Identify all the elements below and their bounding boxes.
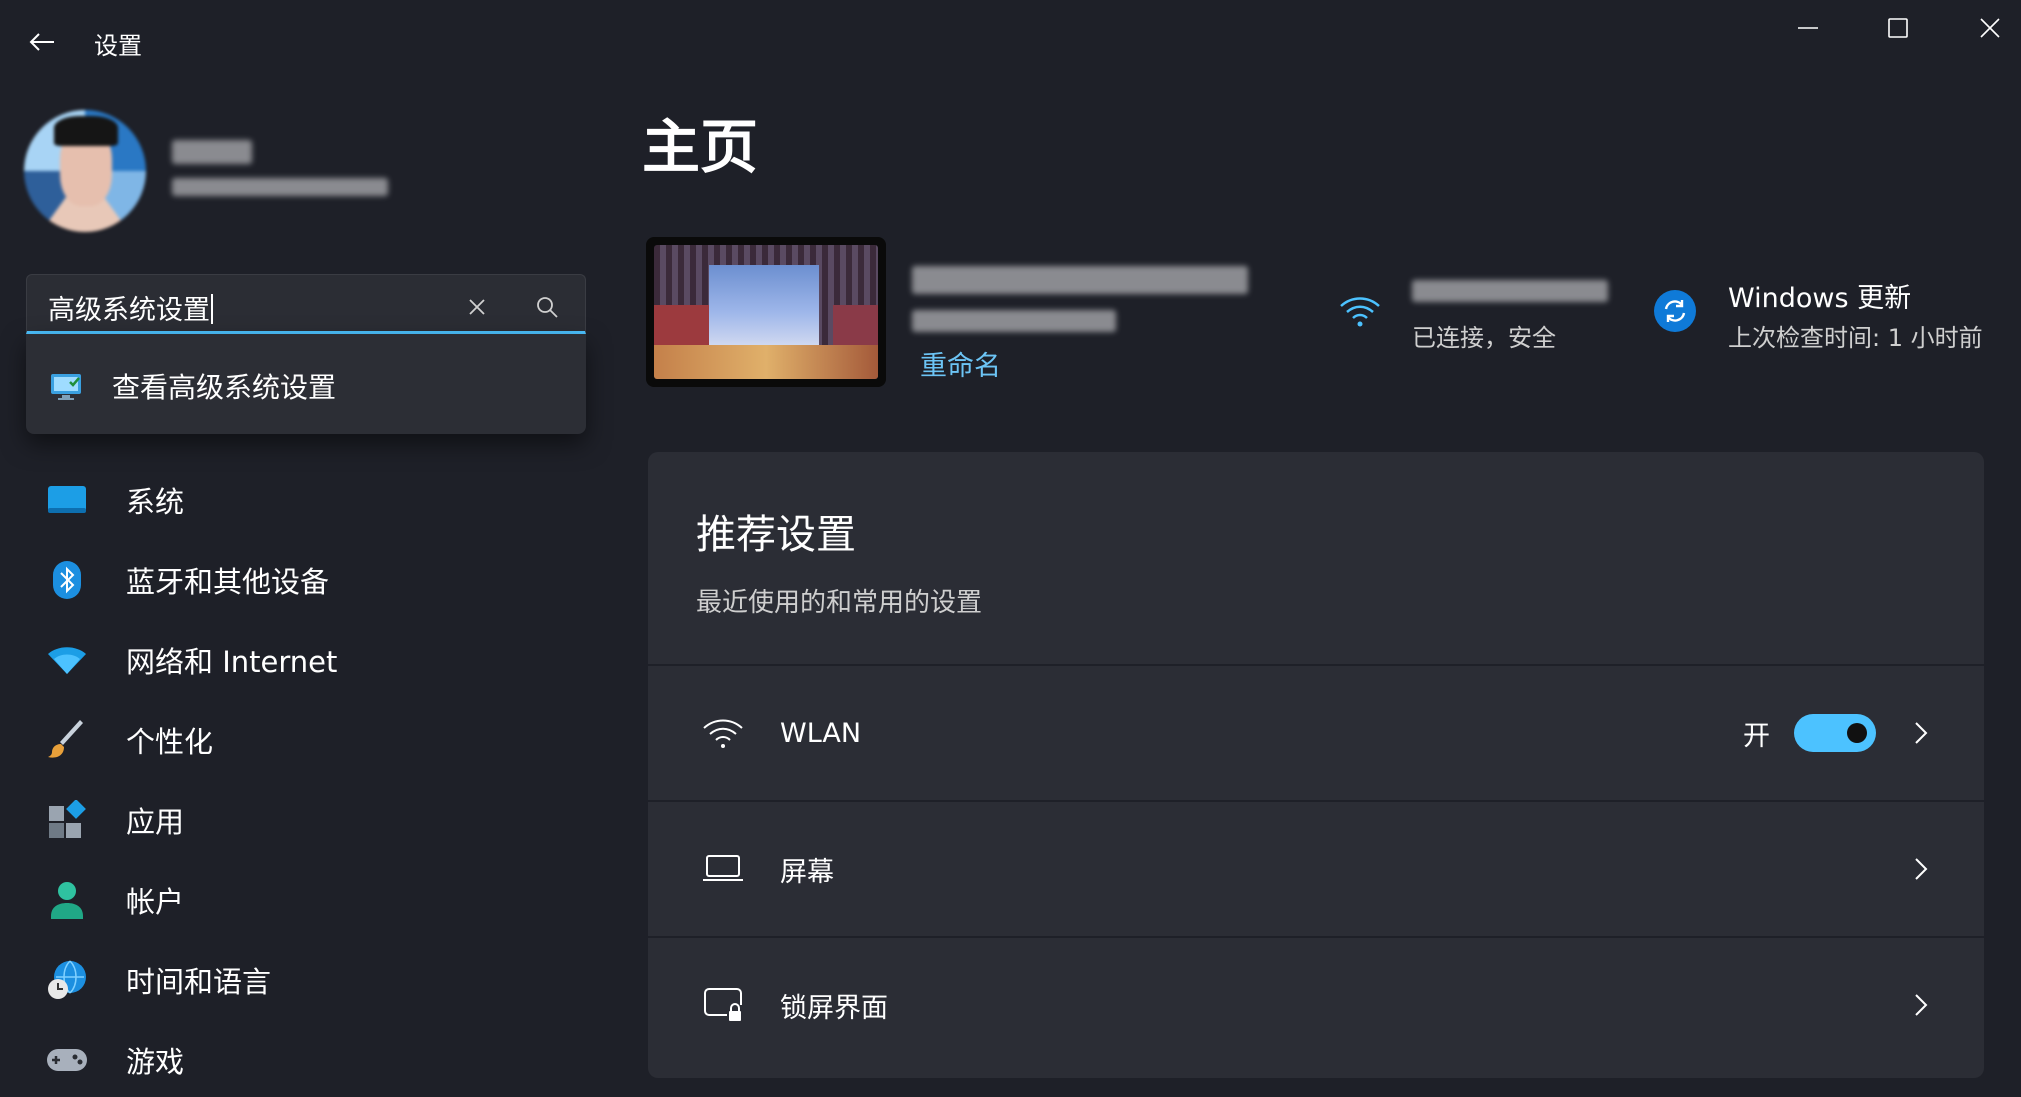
wifi-icon bbox=[698, 711, 748, 755]
sidebar-item-bluetooth[interactable]: 蓝牙和其他设备 bbox=[26, 547, 586, 613]
avatar[interactable] bbox=[24, 110, 146, 232]
minimize-button[interactable] bbox=[1778, 8, 1838, 48]
apps-icon bbox=[46, 799, 88, 841]
search-suggestion-label: 查看高级系统设置 bbox=[112, 371, 337, 404]
sidebar-item-label: 网络和 Internet bbox=[126, 645, 338, 679]
maximize-icon bbox=[1888, 18, 1908, 38]
wifi-icon bbox=[1338, 292, 1382, 332]
gamepad-icon bbox=[46, 1039, 88, 1081]
text-caret bbox=[211, 294, 213, 324]
close-icon bbox=[469, 299, 485, 315]
search-input-value: 高级系统设置 bbox=[48, 288, 213, 327]
sidebar-item-gaming[interactable]: 游戏 bbox=[26, 1027, 586, 1093]
wifi-icon bbox=[46, 639, 88, 681]
close-icon bbox=[1980, 18, 2000, 38]
user-name-redacted bbox=[172, 140, 252, 164]
minimize-icon bbox=[1798, 27, 1818, 29]
back-button[interactable] bbox=[22, 22, 62, 62]
network-name-redacted bbox=[1412, 280, 1608, 302]
lock-screen-label: 锁屏界面 bbox=[780, 992, 888, 1024]
network-status: 已连接，安全 bbox=[1412, 324, 1556, 352]
sidebar-item-label: 蓝牙和其他设备 bbox=[126, 565, 330, 599]
sidebar-item-accounts[interactable]: 帐户 bbox=[26, 867, 586, 933]
system-icon bbox=[46, 479, 88, 521]
sidebar-item-label: 时间和语言 bbox=[126, 965, 272, 999]
maximize-button[interactable] bbox=[1868, 8, 1928, 48]
recommended-settings-subtitle: 最近使用的和常用的设置 bbox=[696, 588, 983, 618]
sidebar-item-time-language[interactable]: 时间和语言 bbox=[26, 947, 586, 1013]
lock-screen-row[interactable]: 锁屏界面 bbox=[648, 936, 1984, 1072]
account-icon bbox=[46, 879, 88, 921]
windows-update-icon[interactable] bbox=[1654, 290, 1696, 332]
page-title: 主页 bbox=[642, 113, 759, 181]
sidebar-item-system[interactable]: 系统 bbox=[26, 467, 586, 533]
device-name-redacted bbox=[912, 266, 1248, 294]
rename-link[interactable]: 重命名 bbox=[920, 344, 1001, 383]
clear-search-button[interactable] bbox=[460, 290, 494, 324]
windows-update-title[interactable]: Windows 更新 bbox=[1728, 276, 1911, 315]
search-suggestion-item[interactable]: 查看高级系统设置 bbox=[50, 364, 336, 408]
sidebar-item-network[interactable]: 网络和 Internet bbox=[26, 627, 586, 693]
wlan-state-label: 开 bbox=[1743, 720, 1770, 752]
search-button[interactable] bbox=[528, 290, 566, 324]
bluetooth-icon bbox=[46, 559, 88, 601]
sidebar-item-label: 系统 bbox=[126, 485, 185, 519]
windows-update-last-check: 上次检查时间: 1 小时前 bbox=[1728, 324, 1983, 352]
sidebar-item-apps[interactable]: 应用 bbox=[26, 787, 586, 853]
wlan-row[interactable]: WLAN 开 bbox=[648, 664, 1984, 800]
lock-screen-icon bbox=[698, 983, 748, 1027]
wlan-toggle[interactable] bbox=[1794, 714, 1876, 752]
recommended-settings-title: 推荐设置 bbox=[696, 512, 856, 558]
device-model-redacted bbox=[912, 310, 1116, 332]
user-email-redacted bbox=[172, 178, 388, 196]
app-title: 设置 bbox=[94, 32, 142, 60]
search-icon bbox=[537, 297, 558, 318]
display-row[interactable]: 屏幕 bbox=[648, 800, 1984, 936]
sidebar-item-label: 应用 bbox=[126, 805, 185, 839]
back-arrow-icon bbox=[29, 33, 54, 51]
system-properties-icon bbox=[51, 374, 81, 400]
globe-clock-icon bbox=[46, 959, 88, 1001]
chevron-right-icon[interactable] bbox=[1906, 854, 1936, 884]
close-window-button[interactable] bbox=[1960, 8, 2020, 48]
sidebar-item-label: 游戏 bbox=[126, 1045, 185, 1079]
laptop-icon bbox=[698, 847, 748, 891]
sidebar-item-label: 个性化 bbox=[126, 725, 214, 759]
display-label: 屏幕 bbox=[780, 856, 834, 888]
sidebar-item-personalization[interactable]: 个性化 bbox=[26, 707, 586, 773]
device-wallpaper-thumbnail bbox=[646, 237, 886, 387]
chevron-right-icon[interactable] bbox=[1906, 990, 1936, 1020]
wlan-label: WLAN bbox=[780, 717, 862, 749]
sidebar-item-label: 帐户 bbox=[126, 885, 185, 919]
toggle-knob bbox=[1847, 723, 1867, 743]
brush-icon bbox=[46, 719, 88, 761]
chevron-right-icon[interactable] bbox=[1906, 718, 1936, 748]
